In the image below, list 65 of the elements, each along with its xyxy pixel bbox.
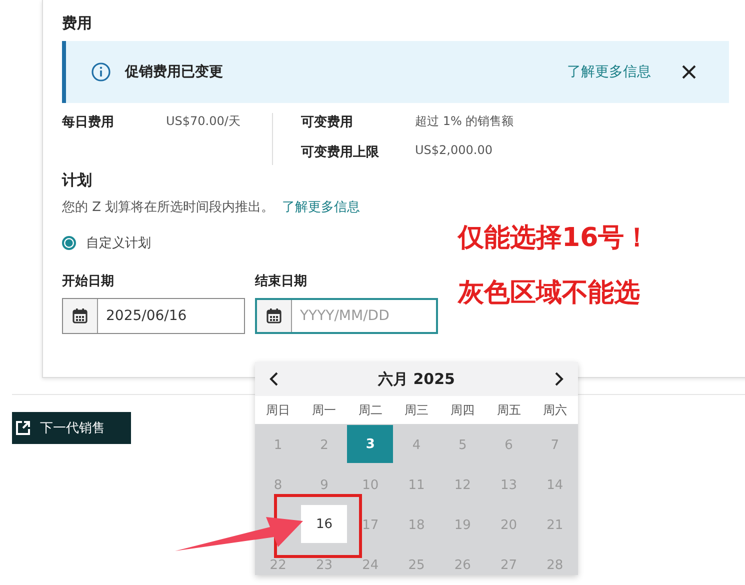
weekday-label: 周六 (542, 402, 568, 418)
day-cell-text: 27 (500, 556, 518, 574)
close-icon[interactable] (681, 64, 697, 80)
date-field[interactable]: YYYY/MM/DD (255, 298, 438, 334)
day-cell-text: 5 (457, 436, 468, 454)
fee-label: 可变费用上限 (301, 144, 380, 161)
day-cell-text: 14 (546, 476, 564, 494)
day-cell-text: 4 (411, 436, 422, 454)
day-cell-text: 25 (407, 556, 426, 574)
fee-label: 每日费用 (62, 114, 115, 131)
weekday-label: 周一 (311, 402, 338, 418)
previous-month-icon[interactable] (269, 372, 279, 386)
day-cell-text: 6 (504, 436, 514, 454)
weekday-label: 周四 (450, 402, 476, 418)
calendar-icon[interactable] (63, 299, 98, 333)
section-title: 计划 (62, 171, 93, 190)
weekday-label: 周二 (357, 402, 384, 418)
day-cell-text: 13 (500, 476, 518, 494)
weekday-label: 周日 (265, 402, 292, 418)
external-link-icon (14, 419, 32, 437)
fee-value: 超过 1% 的销售额 (415, 113, 514, 130)
next-month-icon[interactable] (554, 372, 564, 386)
radio-label: 自定义计划 (86, 235, 151, 252)
weekday-label: 周三 (403, 402, 430, 418)
weekday-label: 周五 (496, 402, 522, 418)
day-cell-text: 26 (453, 556, 472, 574)
field-label: 开始日期 (62, 273, 115, 290)
annotation-text: 仅能选择16号！ (458, 222, 650, 255)
day-cell-text: 7 (550, 436, 560, 454)
day-cell-text: 23 (314, 556, 334, 574)
calendar-icon[interactable] (257, 300, 292, 332)
day-cell-text: 28 (546, 556, 564, 574)
radio-button[interactable] (62, 236, 76, 250)
annotation-text: 灰色区域不能选 (458, 277, 641, 310)
day-cell-text: 21 (546, 516, 564, 534)
day-cell-text: 24 (361, 556, 380, 574)
description-text: 您的 Z 划算将在所选时间段内推出。 (62, 199, 274, 216)
day-cell-text: 10 (361, 476, 380, 494)
date-input[interactable]: YYYY/MM/DD (292, 300, 436, 332)
day-cell-text: 1 (272, 436, 284, 454)
day-cell-text: 17 (361, 516, 380, 534)
day-cell-text: 12 (453, 476, 472, 494)
month-title: 六月 2025 (378, 370, 455, 388)
date-field[interactable]: 2025/06/16 (62, 298, 245, 334)
notice-text: 促销费用已变更 (125, 63, 224, 81)
day-cell-text: 9 (319, 476, 330, 494)
day-cell-text: 22 (268, 556, 288, 574)
learn-more-link[interactable]: 了解更多信息 (567, 63, 651, 81)
learn-more-link[interactable]: 了解更多信息 (282, 198, 360, 216)
day-cell[interactable]: 3 (347, 425, 394, 463)
day-cell-text: 8 (272, 476, 284, 494)
fee-value: US$70.00/天 (166, 113, 240, 130)
date-input[interactable]: 2025/06/16 (98, 299, 244, 333)
fee-label: 可变费用 (301, 114, 354, 131)
day-cell-text: 11 (407, 476, 426, 494)
day-cell-text: 20 (500, 516, 518, 534)
day-cell[interactable]: 16 (301, 505, 348, 543)
section-title: 费用 (62, 14, 93, 33)
next-gen-sales-button[interactable]: 下一代销售 (12, 412, 131, 444)
day-cell-text: 18 (407, 516, 426, 534)
day-cell-text: 2 (319, 436, 330, 454)
field-label: 结束日期 (255, 273, 308, 290)
day-cell-text: 19 (453, 516, 472, 534)
info-icon (91, 62, 111, 82)
fee-value: US$2,000.00 (415, 143, 492, 159)
